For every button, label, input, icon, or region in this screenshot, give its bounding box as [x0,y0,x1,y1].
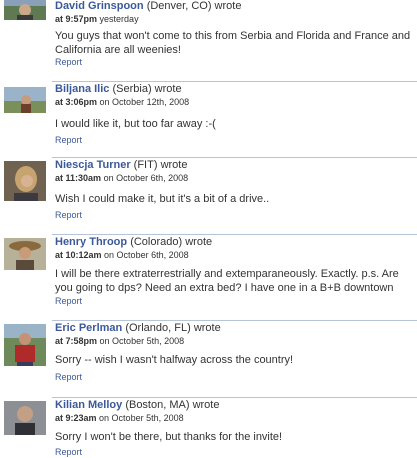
post-header: Eric Perlman (Orlando, FL) wrote at 7:58… [55,322,413,347]
author-link[interactable]: Biljana Ilic [55,83,109,95]
post-message: You guys that won't come to this from Se… [55,30,411,56]
post-header: David Grinspoon (Denver, CO) wrote at 9:… [55,0,413,25]
wrote-label: wrote [214,0,242,12]
report-link[interactable]: Report [55,134,82,146]
wall-post: David Grinspoon (Denver, CO) wrote at 9:… [0,0,417,74]
author-link[interactable]: David Grinspoon [55,0,144,12]
post-divider [52,397,417,398]
wall-post: Biljana Ilic (Serbia) wrote at 3:06pm on… [0,81,417,151]
report-link[interactable]: Report [55,209,82,221]
author-link[interactable]: Kilian Melloy [55,399,122,411]
post-message: Sorry -- wish I wasn't halfway across th… [55,354,294,366]
wrote-label: wrote [154,83,182,95]
author-link[interactable]: Niescja Turner [55,159,131,171]
author-location: (FIT) [133,159,158,171]
post-date: on October 5th, 2008 [99,336,185,346]
post-header: Henry Throop (Colorado) wrote at 10:12am… [55,236,413,261]
post-time: at 11:30am [55,173,102,183]
avatar[interactable] [4,161,46,201]
wall-post: Niescja Turner (FIT) wrote at 11:30am on… [0,157,417,227]
post-divider [52,320,417,321]
avatar[interactable] [4,401,46,435]
post-message: Wish I could make it, but it's a bit of … [55,193,270,205]
post-date: on October 6th, 2008 [103,173,189,183]
author-link[interactable]: Henry Throop [55,236,127,248]
report-link[interactable]: Report [55,295,82,307]
author-location: (Colorado) [130,236,183,248]
report-link[interactable]: Report [55,446,82,458]
avatar[interactable] [4,238,46,270]
post-date: on October 6th, 2008 [104,250,189,260]
post-header: Biljana Ilic (Serbia) wrote at 3:06pm on… [55,83,413,108]
post-divider [52,157,417,158]
wrote-label: wrote [192,399,220,411]
post-message: Sorry I won't be there, but thanks for t… [55,431,283,443]
wall-posts: David Grinspoon (Denver, CO) wrote at 9:… [0,0,417,457]
post-header: Kilian Melloy (Boston, MA) wrote at 9:23… [55,399,413,424]
avatar[interactable] [4,87,46,113]
report-link[interactable]: Report [55,371,82,383]
post-time: at 10:12am [55,250,102,260]
wall-post: Henry Throop (Colorado) wrote at 10:12am… [0,234,417,314]
author-location: (Denver, CO) [146,0,212,12]
post-time: at 9:57pm [55,14,98,24]
post-date: on October 5th, 2008 [99,413,184,423]
avatar[interactable] [4,324,46,366]
post-divider [52,234,417,235]
post-date: on October 12th, 2008 [99,97,190,107]
post-header: Niescja Turner (FIT) wrote at 11:30am on… [55,159,413,184]
wrote-label: wrote [185,236,213,248]
wall-post: Eric Perlman (Orlando, FL) wrote at 7:58… [0,320,417,392]
post-divider [52,81,417,82]
author-location: (Boston, MA) [125,399,190,411]
post-message: I will be there extraterrestrially and e… [55,268,399,294]
post-time: at 9:23am [55,413,97,423]
author-location: (Orlando, FL) [125,322,191,334]
wrote-label: wrote [193,322,221,334]
report-link[interactable]: Report [55,56,82,68]
author-location: (Serbia) [112,83,152,95]
wall-post: Kilian Melloy (Boston, MA) wrote at 9:23… [0,397,417,457]
post-date: yesterday [99,14,139,24]
author-link[interactable]: Eric Perlman [55,322,122,334]
wrote-label: wrote [160,159,188,171]
avatar[interactable] [4,0,46,20]
post-time: at 7:58pm [55,336,98,346]
post-time: at 3:06pm [55,97,98,107]
post-message: I would like it, but too far away :-( [55,118,216,130]
